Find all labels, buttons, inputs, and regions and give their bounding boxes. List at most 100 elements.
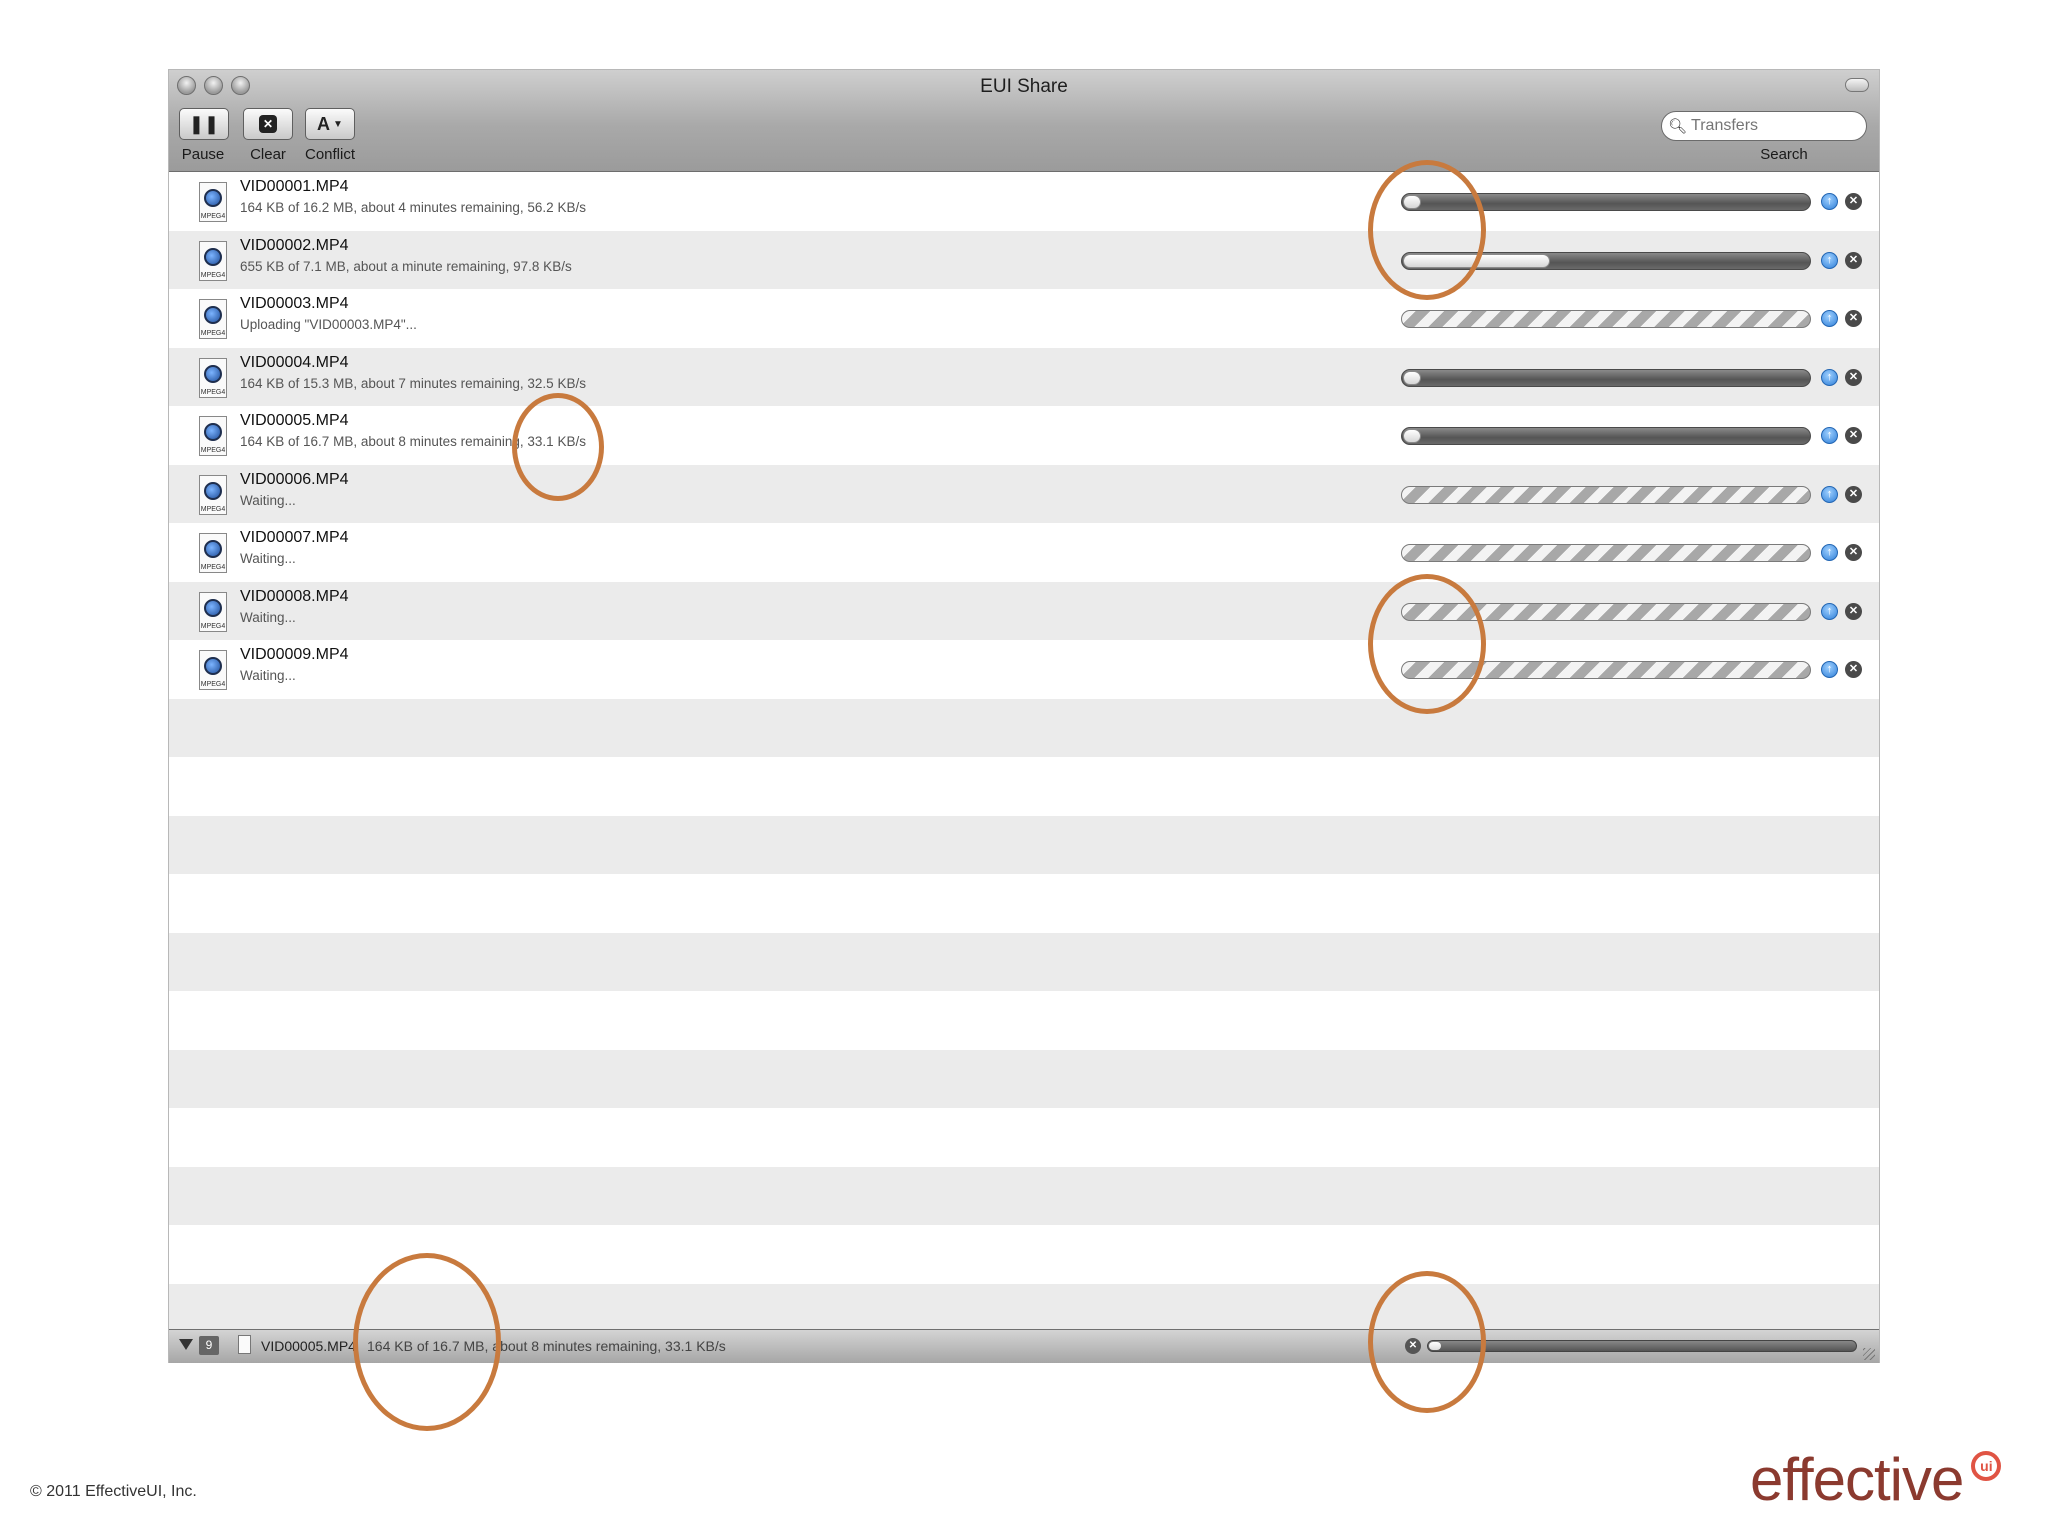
file-status: Waiting... <box>240 551 296 566</box>
progress-bar <box>1401 485 1811 504</box>
file-type-tag: MPEG4 <box>200 505 226 513</box>
progress-bar <box>1401 544 1811 562</box>
mpeg4-file-icon: MPEG4 <box>199 299 227 339</box>
file-status: 164 KB of 16.2 MB, about 4 minutes remai… <box>240 200 586 215</box>
upload-arrow-icon[interactable]: ↑ <box>1821 485 1838 503</box>
upload-arrow-icon[interactable]: ↑ <box>1821 251 1838 269</box>
cancel-transfer-button[interactable]: ✕ <box>1845 427 1862 444</box>
file-name: VID00003.MP4 <box>240 295 349 312</box>
window-title: EUI Share <box>980 76 1068 97</box>
file-type-tag: MPEG4 <box>200 213 226 220</box>
empty-row <box>169 874 1879 932</box>
file-name: VID00009.MP4 <box>240 646 349 663</box>
effectiveui-logo: effective ui <box>1750 1445 2002 1515</box>
search-input[interactable] <box>1687 113 1854 139</box>
cancel-transfer-button[interactable]: ✕ <box>1845 544 1862 561</box>
progress-fill <box>1403 370 1421 385</box>
file-icon <box>238 1335 251 1354</box>
mpeg4-file-icon: MPEG4 <box>199 533 227 573</box>
upload-arrow-icon[interactable]: ↑ <box>1821 544 1838 561</box>
transfer-row[interactable]: MPEG4 VID00003.MP4 Uploading "VID00003.MP4… <box>169 289 1879 347</box>
cancel-transfer-button[interactable]: ✕ <box>1845 602 1862 620</box>
transfer-row[interactable]: MPEG4 VID00005.MP4 164 KB of 16.7 MB, abou… <box>169 406 1879 464</box>
upload-arrow-icon[interactable]: ↑ <box>1821 602 1838 620</box>
quicktime-icon <box>204 247 222 266</box>
mpeg4-file-icon: MPEG4 <box>199 591 227 632</box>
clear-label: Clear <box>250 146 286 163</box>
file-status: Waiting... <box>240 492 296 508</box>
quicktime-icon <box>204 189 222 207</box>
resize-grip[interactable] <box>1863 1348 1875 1360</box>
overall-progress-bar <box>1427 1340 1857 1352</box>
transfer-row[interactable]: MPEG4 VID00007.MP4 Waiting... ↑ ✕ <box>169 523 1879 581</box>
highlight-circle <box>512 393 604 501</box>
transfer-row[interactable]: MPEG4 VID00001.MP4 164 KB of 16.2 MB, abou… <box>169 172 1879 230</box>
progress-bar <box>1401 427 1811 445</box>
search-icon: 🔍︎ <box>1668 118 1688 135</box>
file-status: 164 KB of 15.3 MB, about 7 minutes remai… <box>240 375 586 391</box>
clear-button[interactable]: ✕ <box>243 108 293 140</box>
upload-arrow-icon[interactable]: ↑ <box>1821 427 1838 444</box>
empty-row <box>169 815 1879 874</box>
disclosure-triangle-icon[interactable] <box>179 1339 193 1350</box>
transfer-list: MPEG4 VID00001.MP4 164 KB of 16.2 MB, abou… <box>169 172 1879 1329</box>
toolbar: EUI Share ❚❚ Pause ✕ Clear A ▼ Conflict 🔍… <box>169 70 1879 172</box>
cancel-transfer-button[interactable]: ✕ <box>1845 310 1862 327</box>
mpeg4-file-icon: MPEG4 <box>199 416 227 456</box>
highlight-circle <box>1368 160 1486 300</box>
transfer-row[interactable]: MPEG4 VID00004.MP4 164 KB of 15.3 MB, abou… <box>169 347 1879 406</box>
cancel-transfer-button[interactable]: ✕ <box>1845 485 1862 503</box>
progress-bar <box>1401 310 1811 328</box>
pause-icon: ❚❚ <box>188 113 220 134</box>
cancel-transfer-button[interactable]: ✕ <box>1845 368 1862 386</box>
quicktime-icon <box>204 598 222 617</box>
transfer-row[interactable]: MPEG4 VID00008.MP4 Waiting... ↑ ✕ <box>169 581 1879 640</box>
file-name: VID00007.MP4 <box>240 529 349 546</box>
file-type-tag: MPEG4 <box>200 388 226 396</box>
file-name: VID00006.MP4 <box>240 470 349 488</box>
quicktime-icon <box>204 481 222 500</box>
copyright-text: © 2011 EffectiveUI, Inc. <box>30 1483 197 1500</box>
quicktime-icon <box>204 306 222 324</box>
empty-row <box>169 1166 1879 1225</box>
mpeg4-file-icon: MPEG4 <box>199 182 227 222</box>
mpeg4-file-icon: MPEG4 <box>199 240 227 281</box>
progress-bar <box>1401 368 1811 387</box>
cancel-transfer-button[interactable]: ✕ <box>1845 251 1862 269</box>
progress-fill <box>1403 429 1421 443</box>
clear-icon: ✕ <box>259 115 277 133</box>
quicktime-icon <box>204 423 222 441</box>
toolbar-toggle-button[interactable] <box>1845 78 1869 92</box>
transfer-row[interactable]: MPEG4 VID00006.MP4 Waiting... ↑ ✕ <box>169 464 1879 523</box>
empty-row <box>169 1108 1879 1166</box>
logo-wordmark: effective <box>1750 1446 1964 1513</box>
conflict-icon: A <box>317 113 331 134</box>
upload-arrow-icon[interactable]: ↑ <box>1821 368 1838 386</box>
transfer-row[interactable]: MPEG4 VID00002.MP4 655 KB of 7.1 MB, about… <box>169 230 1879 289</box>
conflict-button[interactable]: A ▼ <box>305 108 355 140</box>
search-field[interactable]: 🔍︎ <box>1661 111 1867 141</box>
upload-arrow-icon[interactable]: ↑ <box>1821 193 1838 210</box>
file-name: VID00004.MP4 <box>240 353 349 371</box>
empty-row <box>169 991 1879 1049</box>
upload-arrow-icon[interactable]: ↑ <box>1821 661 1838 678</box>
file-name: VID00008.MP4 <box>240 587 349 605</box>
cancel-transfer-button[interactable]: ✕ <box>1845 193 1862 210</box>
transfer-count-badge: 9 <box>199 1336 219 1355</box>
app-window: EUI Share ❚❚ Pause ✕ Clear A ▼ Conflict 🔍… <box>169 70 1879 1363</box>
cancel-transfer-button[interactable]: ✕ <box>1845 661 1862 678</box>
empty-row <box>169 1049 1879 1108</box>
file-name: VID00005.MP4 <box>240 412 349 429</box>
current-file-name: VID00005.MP4 <box>261 1338 356 1354</box>
file-status: 655 KB of 7.1 MB, about a minute remaini… <box>240 258 572 274</box>
file-status: Waiting... <box>240 609 296 625</box>
file-status: Waiting... <box>240 668 296 683</box>
transfer-row[interactable]: MPEG4 VID00009.MP4 Waiting... ↑ ✕ <box>169 640 1879 698</box>
pause-button[interactable]: ❚❚ <box>179 108 229 140</box>
quicktime-icon <box>204 540 222 558</box>
file-type-tag: MPEG4 <box>200 681 226 688</box>
file-status: Uploading "VID00003.MP4"... <box>240 317 417 332</box>
quicktime-icon <box>204 364 222 383</box>
file-type-tag: MPEG4 <box>200 622 226 630</box>
upload-arrow-icon[interactable]: ↑ <box>1821 310 1838 327</box>
